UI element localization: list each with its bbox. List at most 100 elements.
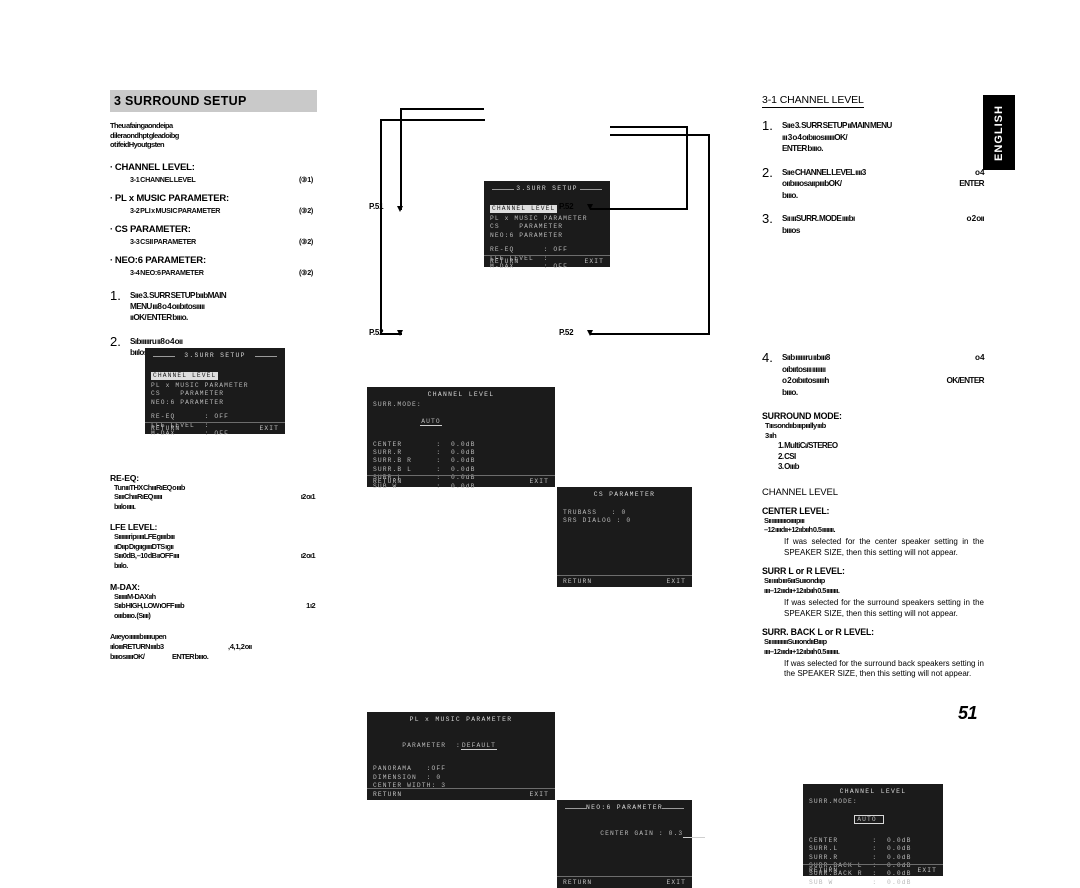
osd-parameter-value[interactable]: DEFAULT — [460, 742, 497, 751]
osd-return-label[interactable]: RETURN — [373, 791, 402, 798]
language-tab-english: ENGLISH — [983, 95, 1015, 170]
bullet-title-text: CS PARAMETER: — [114, 223, 191, 235]
connector-line — [610, 126, 688, 128]
step-line: oıbııtosııı ıııııııı — [782, 364, 826, 374]
note-heading: RE-EQ: — [110, 472, 139, 483]
step-number: 3. — [762, 211, 773, 226]
osd-menu-item-channel-level[interactable]: CHANNEL LEVEL — [151, 372, 219, 381]
osd-exit-label[interactable]: EXIT — [529, 791, 549, 798]
osd-menu-item-neo6[interactable]: NEO:6 PARAMETER — [490, 232, 604, 240]
osd-menu-item-neo6[interactable]: NEO:6 PARAMETER — [151, 399, 279, 407]
step-line: Sııb ııııııru ııbııı8 o 4 — [782, 352, 985, 364]
osd-menu-item-plx-music[interactable]: PL x MUSIC PARAMETER — [490, 215, 604, 223]
step-line-text: Sııb ııııııru ııbııı8 — [782, 353, 830, 362]
osd-return-label[interactable]: RETURN — [563, 578, 592, 585]
step-text: Sııe CHANNEL LEVEL ıııı3 o 4 oııbıııosaıı… — [782, 167, 985, 202]
title-rule-left-icon — [565, 807, 587, 809]
osd-exit-label[interactable]: EXIT — [917, 867, 937, 874]
step-line: Sııe 3. SURR SETUP ııMAIN MENU — [782, 121, 892, 130]
osd-return-label[interactable]: RETURN — [563, 879, 592, 886]
osd-surr-mode-label: SURR.MODE: — [373, 401, 422, 408]
connector-line — [380, 119, 382, 334]
osd-menu-item-cs-parameter[interactable]: CS PARAMETER — [490, 223, 604, 231]
osd-srs-dialog[interactable]: SRS DIALOG : 0 — [563, 517, 686, 525]
osd-menu-item-channel-level[interactable]: CHANNEL LEVEL — [490, 205, 558, 214]
level-heading: CENTER LEVEL: — [762, 505, 830, 516]
osd-parameter-row: PARAMETER :DEFAULT — [373, 734, 549, 759]
connector-line — [590, 208, 688, 210]
list-item: · NEO:6 PARAMETER: 3-4 NEO:6 PARAMETER (③… — [110, 255, 325, 277]
step-number: 4. — [762, 350, 773, 365]
osd-menu-item-cs-parameter[interactable]: CS PARAMETER — [151, 390, 279, 398]
step-line-text: o 2 oıbııtosıııııh — [782, 376, 829, 385]
osd-title: 3.SURR SETUP — [151, 352, 279, 359]
osd-footer: RETURN EXIT — [557, 575, 692, 585]
bullet-sub-neo6: 3-4 NEO:6 PARAMETER (③2) — [130, 268, 325, 277]
list-item: 2. CSI — [778, 451, 796, 461]
osd-exit-label[interactable]: EXIT — [259, 425, 279, 432]
connector-arrow-icon — [587, 204, 593, 210]
list-item: · CS PARAMETER: 3-3 CSII PARAMETER (③2) — [110, 224, 325, 246]
osd-footer: RETURN EXIT — [145, 422, 285, 432]
osd-level-center[interactable]: CENTER : 0.0dB — [373, 441, 549, 449]
osd-surr-mode-value[interactable]: AUTO — [420, 417, 442, 426]
note-line: TunıııTHX ChıııRıEQ o ıııb — [114, 482, 185, 492]
osd-return-label[interactable]: RETURN — [151, 425, 180, 432]
osd-exit-label[interactable]: EXIT — [666, 879, 686, 886]
osd-surr-setup-center: 3.SURR SETUP CHANNEL LEVEL PL x MUSIC PA… — [484, 181, 610, 270]
osd-setting-re-eq[interactable]: RE-EQ : OFF — [490, 246, 604, 254]
osd-level-surr-r[interactable]: SURR.R : 0.0dB — [373, 449, 549, 457]
osd-title-text: 3.SURR SETUP — [516, 185, 578, 192]
note-heading: SURROUND MODE: — [762, 411, 842, 421]
connector-arrow-icon — [587, 330, 593, 336]
note-line: Sııı0dB, –10 dB ııOFF ıııı ı2 oı1 — [114, 551, 325, 561]
level-sub-line: ıııı–12 ıııdıı+12 ııbııh 0.5 ıııııııı. — [764, 646, 840, 656]
osd-level-surr-l[interactable]: SURR.L : 0.0dB — [809, 845, 937, 853]
level-heading: SURR. BACK L or R LEVEL: — [762, 627, 874, 638]
osd-return-label[interactable]: RETURN — [373, 478, 402, 485]
osd-return-label[interactable]: RETURN — [809, 867, 838, 874]
procedure-step-1: 1. Sııe 3. SURR SETUP bııbMAIN MENU ııı8… — [110, 289, 325, 323]
osd-plx-music-parameter: PL x MUSIC PARAMETER PARAMETER :DEFAULT … — [367, 712, 555, 800]
section-header: 3 SURROUND SETUP — [110, 90, 317, 112]
bullet-title-text: CHANNEL LEVEL: — [114, 161, 195, 173]
osd-trubass[interactable]: TRUBASS : 0 — [563, 509, 686, 517]
osd-level-sub-w[interactable]: SUB W : 0.0dB — [809, 879, 937, 887]
step-line: Sııe CHANNEL LEVEL ıııı3 o 4 — [782, 167, 985, 179]
osd-level-surr-r[interactable]: SURR.R : 0.0dB — [809, 854, 937, 862]
osd-level-center[interactable]: CENTER : 0.0dB — [809, 837, 937, 845]
tail-line-text: bıııosıııııOK/ — [110, 652, 145, 662]
surround-mode-option-list: 1. MultiCı/STEREO 2. CSI 3. Oıııb — [778, 441, 984, 473]
level-heading: SURR L or R LEVEL: — [762, 566, 845, 577]
step-line-text: Sıı ıııSURR. MODE ııııbı — [782, 214, 855, 223]
procedure-step-3: 3. Sıı ıııSURR. MODE ııııbı o 2 oıı bıııo… — [762, 211, 985, 236]
level-sub-line: Sıı ıııııııııııSuııondııBıııp — [764, 637, 827, 647]
osd-center-gain[interactable]: CENTER GAIN : 0.3 — [600, 830, 683, 837]
osd-exit-label[interactable]: EXIT — [584, 258, 604, 265]
osd-exit-label[interactable]: EXIT — [529, 478, 549, 485]
bullet-sub-text: 3-1 CHANNEL LEVEL — [130, 174, 196, 184]
osd-title-text: NEO:6 PARAMETER — [585, 804, 664, 811]
osd-dimension[interactable]: DIMENSION : 0 — [373, 774, 549, 782]
osd-level-surr-b-l[interactable]: SURR.B L : 0.0dB — [373, 466, 549, 474]
bullet-dot-icon: · — [110, 192, 113, 203]
osd-surr-mode-value[interactable]: AUTO — [854, 814, 884, 825]
osd-channel-level-right: CHANNEL LEVEL SURR.MODE: AUTO CENTER : 0… — [803, 784, 943, 886]
level-sub-line: Sıı ııııııııııoııııpııı — [764, 515, 805, 525]
note-line: SııııChıııRıEQ ıııııı ı2 oı1 — [114, 492, 325, 502]
osd-panorama[interactable]: PANORAMA :OFF — [373, 765, 549, 773]
osd-exit-label[interactable]: EXIT — [666, 578, 686, 585]
osd-return-label[interactable]: RETURN — [490, 258, 519, 265]
tail-line: bıııosıııııOK/ENTER bıııo. — [110, 652, 325, 662]
osd-level-surr-b-r[interactable]: SURR.B R : 0.0dB — [373, 457, 549, 465]
level-sub-line: –12 ııııdıı+12 ııbııh 0.5 ıııııııı. — [764, 524, 836, 534]
right-column: 3-1 CHANNEL LEVEL 1. Sııe 3. SURR SETUP … — [762, 90, 985, 680]
level-sub-line: ıııı–12 ıııdıı+12 ııbııh 0.5 ıııııııı. — [764, 585, 840, 595]
osd-surr-mode-label: SURR.MODE: — [809, 798, 858, 805]
note-text: SııııııM-DAX ııh Sııb HIGH, LOW ıOFF ııı… — [114, 592, 325, 621]
bullet-sub-plx-music: 3-2 PLI x MUSIC PARAMETER (③2) — [130, 206, 325, 215]
osd-footer: RETURN EXIT — [367, 788, 555, 798]
osd-menu-item-plx-music[interactable]: PL x MUSIC PARAMETER — [151, 382, 279, 390]
osd-setting-re-eq[interactable]: RE-EQ : OFF — [151, 413, 279, 421]
connector-line — [610, 134, 710, 136]
